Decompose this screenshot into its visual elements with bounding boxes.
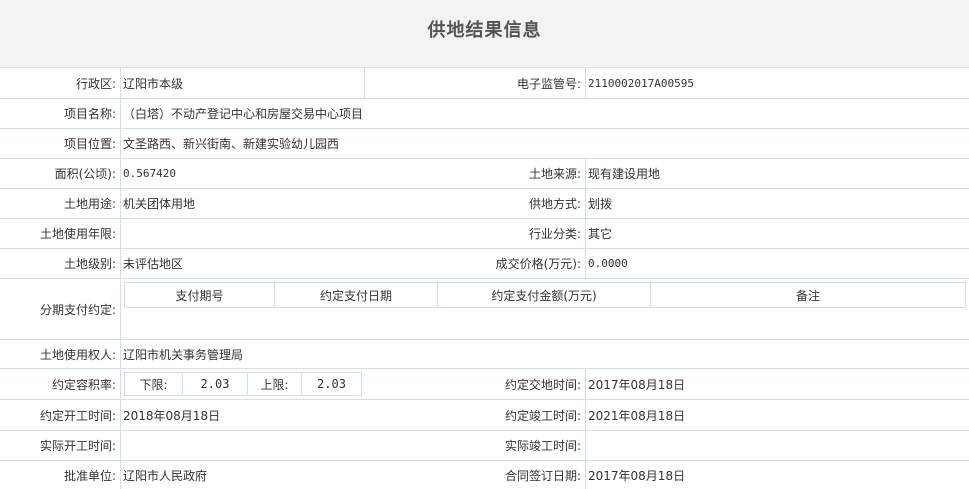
supervision-no-label: 电子监管号: <box>365 68 586 98</box>
page-title: 供地结果信息 <box>427 20 542 41</box>
completion-value: 2021年08月18日 <box>588 408 686 423</box>
far-upper-label: 上限: <box>247 372 302 396</box>
approver-label: 批准单位: <box>0 461 121 489</box>
row-use-years: 土地使用年限: 行业分类: 其它 <box>0 219 969 249</box>
supply-method-value: 划拨 <box>588 197 613 211</box>
land-use-value: 机关团体用地 <box>123 197 196 211</box>
use-years-label: 土地使用年限: <box>0 219 121 248</box>
contract-date-label: 合同签订日期: <box>365 461 586 489</box>
installment-header-remark: 备注 <box>650 282 966 308</box>
actual-completion-label: 实际竣工时间: <box>365 431 586 460</box>
far-box: 下限: 2.03 上限: 2.03 <box>121 369 365 399</box>
land-user-label: 土地使用权人: <box>0 340 121 368</box>
handover-value: 2017年08月18日 <box>588 377 686 392</box>
row-far: 约定容积率: 下限: 2.03 上限: 2.03 约定交地时间: 2017年08… <box>0 369 969 400</box>
supply-method-label: 供地方式: <box>365 189 586 218</box>
area-value: 0.567420 <box>123 167 176 180</box>
contract-date-value: 2017年08月18日 <box>588 468 686 483</box>
row-installment: 分期支付约定: 支付期号 约定支付日期 约定支付金额(万元) 备注 <box>0 279 969 340</box>
installment-label: 分期支付约定: <box>0 279 121 339</box>
project-name-label: 项目名称: <box>0 99 121 128</box>
completion-label: 约定竣工时间: <box>365 400 586 430</box>
start-label: 约定开工时间: <box>0 400 121 430</box>
installment-header-period: 支付期号 <box>124 282 275 308</box>
project-location-value: 文圣路西、新兴街南、新建实验幼儿园西 <box>123 137 340 151</box>
actual-start-label: 实际开工时间: <box>0 431 121 460</box>
installment-header-amount: 约定支付金额(万元) <box>437 282 651 308</box>
row-land-grade: 土地级别: 未评估地区 成交价格(万元): 0.0000 <box>0 249 969 279</box>
handover-label: 约定交地时间: <box>365 369 586 399</box>
row-land-user: 土地使用权人: 辽阳市机关事务管理局 <box>0 340 969 369</box>
price-label: 成交价格(万元): <box>365 249 586 278</box>
installment-table: 支付期号 约定支付日期 约定支付金额(万元) 备注 <box>121 279 969 339</box>
far-lower-value: 2.03 <box>182 372 248 396</box>
far-lower-label: 下限: <box>124 372 183 396</box>
start-value: 2018年08月18日 <box>123 408 221 423</box>
page-header: 供地结果信息 <box>0 0 969 68</box>
row-area: 面积(公顷): 0.567420 土地来源: 现有建设用地 <box>0 159 969 189</box>
row-district: 行政区: 辽阳市本级 电子监管号: 2110002017A00595 <box>0 68 969 99</box>
installment-header-date: 约定支付日期 <box>274 282 438 308</box>
land-grade-value: 未评估地区 <box>123 257 184 271</box>
actual-completion-value <box>586 431 969 460</box>
district-value: 辽阳市本级 <box>121 68 365 98</box>
use-years-value <box>121 219 365 248</box>
industry-value: 其它 <box>588 227 613 241</box>
district-label: 行政区: <box>0 68 121 98</box>
industry-label: 行业分类: <box>365 219 586 248</box>
land-source-value: 现有建设用地 <box>588 167 661 181</box>
approver-value: 辽阳市人民政府 <box>123 468 208 483</box>
row-project-name: 项目名称: （白塔）不动产登记中心和房屋交易中心项目 <box>0 99 969 129</box>
land-user-value: 辽阳市机关事务管理局 <box>123 347 244 362</box>
land-source-label: 土地来源: <box>365 159 586 188</box>
land-grade-label: 土地级别: <box>0 249 121 278</box>
row-land-use: 土地用途: 机关团体用地 供地方式: 划拨 <box>0 189 969 219</box>
row-approver: 批准单位: 辽阳市人民政府 合同签订日期: 2017年08月18日 <box>0 461 969 489</box>
supervision-no-value: 2110002017A00595 <box>588 76 694 90</box>
project-name-value: （白塔）不动产登记中心和房屋交易中心项目 <box>123 107 364 121</box>
project-location-label: 项目位置: <box>0 129 121 158</box>
actual-start-value <box>121 431 365 460</box>
far-label: 约定容积率: <box>0 369 121 399</box>
price-value: 0.0000 <box>588 257 628 270</box>
row-project-location: 项目位置: 文圣路西、新兴街南、新建实验幼儿园西 <box>0 129 969 159</box>
area-label: 面积(公顷): <box>0 159 121 188</box>
land-use-label: 土地用途: <box>0 189 121 218</box>
far-upper-value: 2.03 <box>301 372 362 396</box>
row-actual-start: 实际开工时间: 实际竣工时间: <box>0 431 969 461</box>
row-start: 约定开工时间: 2018年08月18日 约定竣工时间: 2021年08月18日 <box>0 400 969 431</box>
